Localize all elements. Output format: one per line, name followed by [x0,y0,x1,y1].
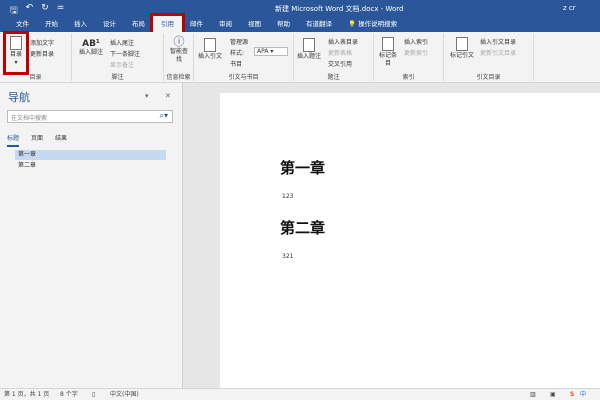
footnote-icon: AB¹ [82,39,100,49]
lightbulb-icon: 💡 [348,20,357,28]
word-count[interactable]: 8 个字 [60,389,78,400]
group-label: 引文目录 [476,74,501,81]
insert-footnote-button[interactable]: AB¹ 插入脚注 [77,40,105,57]
tab-review[interactable]: 审阅 [211,16,240,32]
update-toa-button[interactable]: 更新引文目录 [480,48,516,57]
paragraph[interactable]: 321 [282,253,293,260]
smart-lookup-icon: ⓘ [173,35,185,48]
nav-tab-headings[interactable]: 标题 [7,133,20,147]
toc-icon [10,36,22,50]
group-label: 索引 [402,74,415,81]
cross-reference-button[interactable]: 交叉引用 [328,59,352,68]
insert-tof-button[interactable]: 插入表目录 [328,37,358,46]
insert-endnote-button[interactable]: 插入尾注 [110,38,134,47]
nav-tab-results[interactable]: 结果 [55,133,67,147]
next-footnote-button[interactable]: 下一条脚注 [110,49,140,58]
insert-toa-button[interactable]: 插入引文目录 [480,37,516,46]
group-research: ⓘ 智能查找 信息检索 [164,34,194,81]
search-icon[interactable]: ⌕▾ [160,111,169,121]
tab-youdao[interactable]: 有道翻译 [298,16,340,32]
group-label: 题注 [327,74,340,81]
citation-icon [204,38,216,52]
paragraph[interactable]: 123 [282,193,293,200]
nav-heading-item[interactable]: 第一章 [15,150,166,160]
bibliography-button[interactable]: 书目 [230,59,242,68]
status-bar: 第 1 页，共 1 页 8 个字 ▯ 中文(中国) ▥ ▣ S 中 [0,388,600,400]
ribbon: 目录 ▾ 添加文字 更新目录 目录 AB¹ 插入脚注 插入尾注 下一条脚注 显示备注… [0,31,600,83]
group-toc: 目录 ▾ 添加文字 更新目录 目录 [0,31,72,81]
tell-me-search[interactable]: 💡 操作说明搜索 [340,16,405,32]
ribbon-tabs: 文件 开始 插入 设计 布局 引用 邮件 审阅 视图 帮助 有道翻译 💡 操作说… [0,13,600,35]
mark-entry-button[interactable]: 标记条目 [378,37,398,68]
proofing-icon[interactable]: ▯ [92,389,95,400]
manage-sources-button[interactable]: 管理源 [230,37,248,46]
page-count[interactable]: 第 1 页，共 1 页 [4,389,49,400]
heading-1[interactable]: 第一章 [280,157,325,178]
title-bar: 🖫 ↶ ↻ = 新建 Microsoft Word 文档.docx - Word… [0,0,600,16]
insert-index-button[interactable]: 插入索引 [404,37,428,46]
tab-design[interactable]: 设计 [95,16,124,32]
nav-title: 导航 [8,91,30,104]
group-label: 目录 [29,74,42,81]
language[interactable]: 中文(中国) [110,389,139,400]
navigation-pane: 导航 ▾ ✕ 在文档中搜索 ⌕▾ 标题 页面 结果 第一章 第二章 [0,83,183,388]
style-label: 样式: [230,50,245,57]
heading-2[interactable]: 第二章 [280,217,325,238]
group-index: 标记条目 插入索引 更新索引 索引 [374,34,444,81]
tab-mailings[interactable]: 邮件 [182,16,211,32]
group-footnotes: AB¹ 插入脚注 插入尾注 下一条脚注 显示备注 脚注 [72,34,164,81]
mark-entry-icon [382,37,394,51]
document-page[interactable]: 第一章 123 第二章 321 [220,93,600,388]
group-label: 引文与书目 [228,74,259,81]
style-select[interactable]: APA ▾ [254,47,288,56]
ime-icon[interactable]: S [570,389,574,400]
close-icon[interactable]: ✕ [165,92,171,100]
group-citations: 插入引文 管理源 样式: APA ▾ 书目 引文与书目 [194,34,294,81]
toc-button[interactable]: 目录 ▾ [3,31,29,75]
tab-insert[interactable]: 插入 [66,16,95,32]
update-table-button[interactable]: 更新表格 [328,48,352,57]
tab-help[interactable]: 帮助 [269,16,298,32]
nav-search-input[interactable]: 在文档中搜索 ⌕▾ [7,110,173,123]
update-index-button[interactable]: 更新索引 [404,48,428,57]
tab-home[interactable]: 开始 [37,16,66,32]
group-label: 信息检索 [166,74,191,81]
tab-view[interactable]: 视图 [240,16,269,32]
show-notes-button[interactable]: 显示备注 [110,60,134,69]
insert-citation-button[interactable]: 插入引文 [197,38,223,61]
update-toc-button[interactable]: 更新目录 [30,49,54,58]
user-name[interactable]: z cr [563,4,576,12]
nav-options-icon[interactable]: ▾ [145,92,149,100]
caption-icon [303,38,315,52]
add-text-button[interactable]: 添加文字 [30,38,54,47]
read-mode-icon[interactable]: ▥ [530,389,536,400]
mark-citation-icon [456,37,468,51]
print-layout-icon[interactable]: ▣ [550,389,556,400]
insert-caption-button[interactable]: 插入题注 [296,38,322,61]
tab-references[interactable]: 引用 [150,13,185,35]
mark-citation-button[interactable]: 标记引文 [448,37,476,60]
nav-tab-pages[interactable]: 页面 [31,133,43,147]
group-captions: 插入题注 插入表目录 更新表格 交叉引用 题注 [294,34,374,81]
group-toa: 标记引文 插入引文目录 更新引文目录 引文目录 [444,34,534,81]
smart-lookup-button[interactable]: ⓘ 智能查找 [168,35,190,64]
nav-heading-item[interactable]: 第二章 [15,161,166,171]
window-title: 新建 Microsoft Word 文档.docx - Word [275,5,404,13]
ime-chinese-icon[interactable]: 中 [580,389,586,400]
tab-file[interactable]: 文件 [8,16,37,32]
tab-layout[interactable]: 布局 [124,16,153,32]
group-label: 脚注 [111,74,124,81]
